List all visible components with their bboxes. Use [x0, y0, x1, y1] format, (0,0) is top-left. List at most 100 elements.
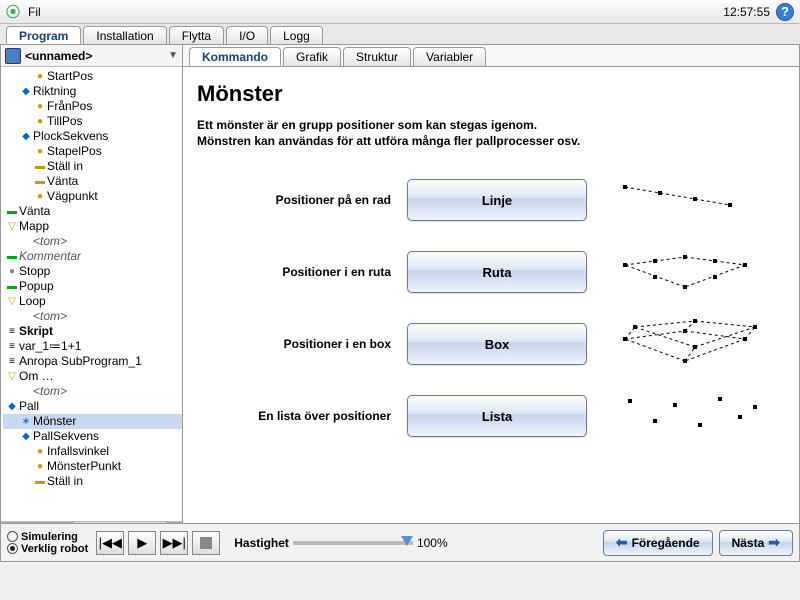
tree-node[interactable]: ●StartPos: [3, 69, 182, 84]
radio-sim[interactable]: Simulering: [7, 531, 88, 543]
tab-installation[interactable]: Installation: [83, 26, 166, 44]
tree-label: Kommentar: [19, 249, 81, 264]
tree-icon: ≡: [7, 354, 17, 369]
subtab-struktur[interactable]: Struktur: [343, 47, 411, 66]
subtab-variabler[interactable]: Variabler: [413, 47, 486, 66]
tree-label: Om …: [19, 369, 54, 384]
tree-node[interactable]: ●StapelPos: [3, 144, 182, 159]
option-label: Positioner på en rad: [197, 193, 407, 207]
tree-node[interactable]: ▬Kommentar: [3, 249, 182, 264]
play-button[interactable]: ▶: [128, 531, 156, 555]
option-label: En lista över positioner: [197, 409, 407, 423]
tree-label: Mapp: [19, 219, 49, 234]
tree-label: Ställ in: [47, 474, 83, 489]
tree-icon: ▬: [35, 174, 45, 189]
tree-label: Vänta: [19, 204, 50, 219]
tree-node[interactable]: ▬Popup: [3, 279, 182, 294]
tree-label: PallSekvens: [33, 429, 99, 444]
tree-node[interactable]: ▽Mapp: [3, 219, 182, 234]
tree-node[interactable]: <tom>: [3, 309, 182, 324]
tree-node[interactable]: ≡Anropa SubProgram_1: [3, 354, 182, 369]
tree-icon: ◆: [21, 429, 31, 444]
tree-icon: ▬: [35, 474, 45, 489]
tree-label: Anropa SubProgram_1: [19, 354, 142, 369]
tree-icon: ●: [7, 264, 17, 279]
tree-node[interactable]: ◆Pall: [3, 399, 182, 414]
menu-fil[interactable]: Fil: [28, 5, 41, 19]
tree-node[interactable]: ▬Ställ in: [3, 159, 182, 174]
tree-node[interactable]: <tom>: [3, 234, 182, 249]
tree-label: Ställ in: [47, 159, 83, 174]
tree-icon: ●: [35, 69, 45, 84]
pattern-ruta-button[interactable]: Ruta: [407, 251, 587, 293]
pattern-box-button[interactable]: Box: [407, 323, 587, 365]
pattern-option-row: En lista över positionerLista: [197, 391, 785, 441]
tree-icon: ▽: [7, 369, 17, 384]
tree-node[interactable]: ▽Loop: [3, 294, 182, 309]
forward-button[interactable]: ▶▶|: [160, 531, 188, 555]
tree-label: MönsterPunkt: [47, 459, 121, 474]
panel-desc-2: Mönstren kan användas för att utföra mån…: [197, 133, 785, 149]
pattern-lista-button[interactable]: Lista: [407, 395, 587, 437]
radio-real[interactable]: Verklig robot: [7, 543, 88, 555]
footer: Simulering Verklig robot |◀◀ ▶ ▶▶| Hasti…: [1, 523, 799, 561]
tree-node[interactable]: ●TillPos: [3, 114, 182, 129]
main-tabs: ProgramInstallationFlyttaI/OLogg: [0, 24, 800, 45]
program-name: <unnamed>: [25, 49, 92, 63]
speed-label: Hastighet: [234, 536, 289, 550]
pattern-option-row: Positioner i en boxBox: [197, 319, 785, 369]
tree-icon: ●: [35, 144, 45, 159]
pattern-linje-button[interactable]: Linje: [407, 179, 587, 221]
tree-node[interactable]: ∗Mönster: [3, 414, 182, 429]
tree-node[interactable]: ●MönsterPunkt: [3, 459, 182, 474]
tree-node[interactable]: ◆PallSekvens: [3, 429, 182, 444]
tree-node[interactable]: ▬Vänta: [3, 204, 182, 219]
tree-node[interactable]: ▽Om …: [3, 369, 182, 384]
help-icon[interactable]: ?: [776, 3, 794, 21]
tree-label: <tom>: [33, 309, 67, 324]
stop-button[interactable]: [192, 531, 220, 555]
pattern-option-row: Positioner i en rutaRuta: [197, 247, 785, 297]
tree-label: Mönster: [33, 414, 76, 429]
tree-node[interactable]: ●Infallsvinkel: [3, 444, 182, 459]
tree-node[interactable]: ●Stopp: [3, 264, 182, 279]
tree-node[interactable]: ≡Skript: [3, 324, 182, 339]
tree-label: Pall: [19, 399, 39, 414]
tree-node[interactable]: ▬Ställ in: [3, 474, 182, 489]
save-icon[interactable]: [5, 48, 21, 64]
next-button[interactable]: Nästa➡: [719, 530, 793, 556]
tree-icon: ●: [35, 444, 45, 459]
dropdown-icon[interactable]: ▼: [168, 50, 178, 61]
tree-icon: ●: [35, 189, 45, 204]
tree-label: Popup: [19, 279, 54, 294]
tree-icon: ▬: [35, 159, 45, 174]
tree-node[interactable]: ◆PlockSekvens: [3, 129, 182, 144]
tree-icon: ◆: [7, 399, 17, 414]
subtab-kommando[interactable]: Kommando: [189, 47, 281, 66]
pattern-line-icon: [605, 175, 765, 225]
tree-node[interactable]: ≡var_1≔1+1: [3, 339, 182, 354]
tab-program[interactable]: Program: [6, 26, 81, 44]
speed-slider[interactable]: [293, 541, 413, 545]
tree-node[interactable]: ●Vägpunkt: [3, 189, 182, 204]
tree-label: Skript: [19, 324, 53, 339]
tab-flytta[interactable]: Flytta: [169, 26, 224, 44]
rewind-button[interactable]: |◀◀: [96, 531, 124, 555]
tree-node[interactable]: ●FrånPos: [3, 99, 182, 114]
prev-button[interactable]: ⬅Föregående: [603, 530, 713, 556]
subtab-grafik[interactable]: Grafik: [283, 47, 341, 66]
program-tree[interactable]: ●StartPos◆Riktning●FrånPos●TillPos◆Plock…: [1, 67, 182, 521]
tree-icon: ▬: [7, 249, 17, 264]
tree-node[interactable]: ▬Vänta: [3, 174, 182, 189]
tree-node[interactable]: <tom>: [3, 384, 182, 399]
tree-icon: ≡: [7, 324, 17, 339]
pattern-list-icon: [605, 391, 765, 441]
tree-icon: ≡: [7, 339, 17, 354]
tab-logg[interactable]: Logg: [270, 26, 323, 44]
tree-icon: ∗: [21, 414, 31, 429]
option-label: Positioner i en box: [197, 337, 407, 351]
tree-label: Stopp: [19, 264, 50, 279]
tree-icon: ▽: [7, 294, 17, 309]
tree-node[interactable]: ◆Riktning: [3, 84, 182, 99]
tab-i/o[interactable]: I/O: [226, 26, 268, 44]
